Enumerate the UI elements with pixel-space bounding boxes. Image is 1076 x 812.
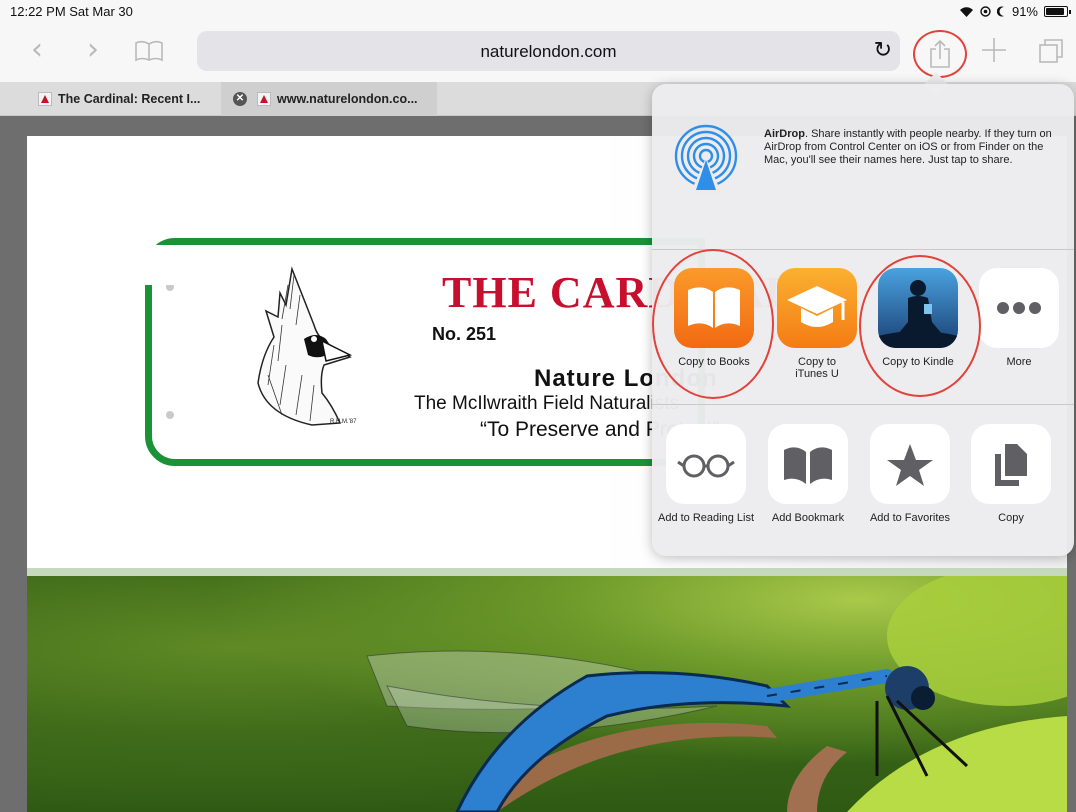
airdrop-description: AirDrop. Share instantly with people nea… xyxy=(764,128,1054,167)
action-label: Add to Reading List xyxy=(658,512,755,524)
airdrop-section[interactable]: AirDrop. Share instantly with people nea… xyxy=(652,84,1074,250)
share-icon xyxy=(930,39,950,68)
action-label: Add Bookmark xyxy=(771,512,845,524)
tabs-overview-icon[interactable] xyxy=(1038,38,1064,64)
copy-to-itunes-u-button[interactable]: Copy to iTunes U xyxy=(769,268,865,380)
app-label: Copy to iTunes U xyxy=(795,356,839,380)
share-actions-row: Add to Reading List Add Bookmark Add to … xyxy=(652,406,1074,556)
club-name: The McIlwraith Field Naturalists xyxy=(414,393,680,414)
wifi-icon xyxy=(959,6,973,17)
favicon-icon xyxy=(257,92,271,106)
browser-toolbar: ‹ › naturelondon.com ↻ xyxy=(0,22,1076,82)
more-button[interactable]: More xyxy=(971,268,1067,368)
favicon-icon xyxy=(38,92,52,106)
status-right: 91% xyxy=(959,4,1071,19)
damselfly-photo xyxy=(27,576,1067,812)
location-lock-icon xyxy=(980,6,991,17)
status-time: 12:22 PM Sat Mar 30 xyxy=(10,4,133,19)
copy-button[interactable]: Copy xyxy=(963,424,1059,524)
annotation-circle-books xyxy=(652,249,774,399)
battery-icon xyxy=(1044,6,1071,17)
glasses-icon xyxy=(666,424,746,504)
new-tab-icon[interactable] xyxy=(980,36,1008,64)
forward-button[interactable]: › xyxy=(78,35,108,66)
share-button[interactable] xyxy=(913,30,967,78)
airdrop-title: AirDrop xyxy=(764,128,805,140)
close-tab-icon[interactable]: ✕ xyxy=(233,92,247,106)
airdrop-icon xyxy=(674,124,738,194)
tab-cardinal[interactable]: The Cardinal: Recent I... xyxy=(0,82,221,116)
more-icon xyxy=(979,268,1059,348)
add-to-reading-list-button[interactable]: Add to Reading List xyxy=(658,424,754,524)
add-to-favorites-button[interactable]: Add to Favorites xyxy=(862,424,958,524)
reload-icon[interactable]: ↻ xyxy=(874,38,892,63)
add-bookmark-button[interactable]: Add Bookmark xyxy=(760,424,856,524)
tab-naturelondon[interactable]: ✕ www.naturelondon.co... xyxy=(221,82,437,116)
app-label: More xyxy=(1006,356,1032,368)
plaque-dot xyxy=(166,411,174,419)
tab-label: www.naturelondon.co... xyxy=(277,92,418,106)
bookmarks-icon[interactable] xyxy=(134,40,164,62)
moon-icon xyxy=(996,6,1004,17)
battery-percent: 91% xyxy=(1011,4,1038,19)
divider xyxy=(27,568,1067,576)
damselfly-illustration xyxy=(366,576,1067,812)
book-icon xyxy=(768,424,848,504)
issue-number: No. 251 xyxy=(432,324,497,344)
star-icon xyxy=(870,424,950,504)
itunes-u-icon xyxy=(777,268,857,348)
status-bar: 12:22 PM Sat Mar 30 91% xyxy=(0,0,1076,22)
url-text: naturelondon.com xyxy=(480,42,617,61)
plaque-dot xyxy=(166,283,174,291)
action-label: Copy xyxy=(998,512,1024,524)
action-label: Add to Favorites xyxy=(869,512,951,524)
back-button[interactable]: ‹ xyxy=(22,35,52,66)
tab-label: The Cardinal: Recent I... xyxy=(58,92,201,106)
cardinal-drawing: R.H.M.'87 xyxy=(257,266,357,426)
copy-icon xyxy=(971,424,1051,504)
newsletter-plaque: R.H.M.'87 THE CARDINAL No. 251 Nature Lo… xyxy=(144,238,794,466)
ipad-screen: 12:22 PM Sat Mar 30 91% ‹ › naturelondon… xyxy=(0,0,1076,812)
artist-signature: R.H.M.'87 xyxy=(330,419,357,425)
address-bar[interactable]: naturelondon.com ↻ xyxy=(197,31,900,71)
annotation-circle-kindle xyxy=(859,255,981,397)
airdrop-body: . Share instantly with people nearby. If… xyxy=(764,128,1052,166)
